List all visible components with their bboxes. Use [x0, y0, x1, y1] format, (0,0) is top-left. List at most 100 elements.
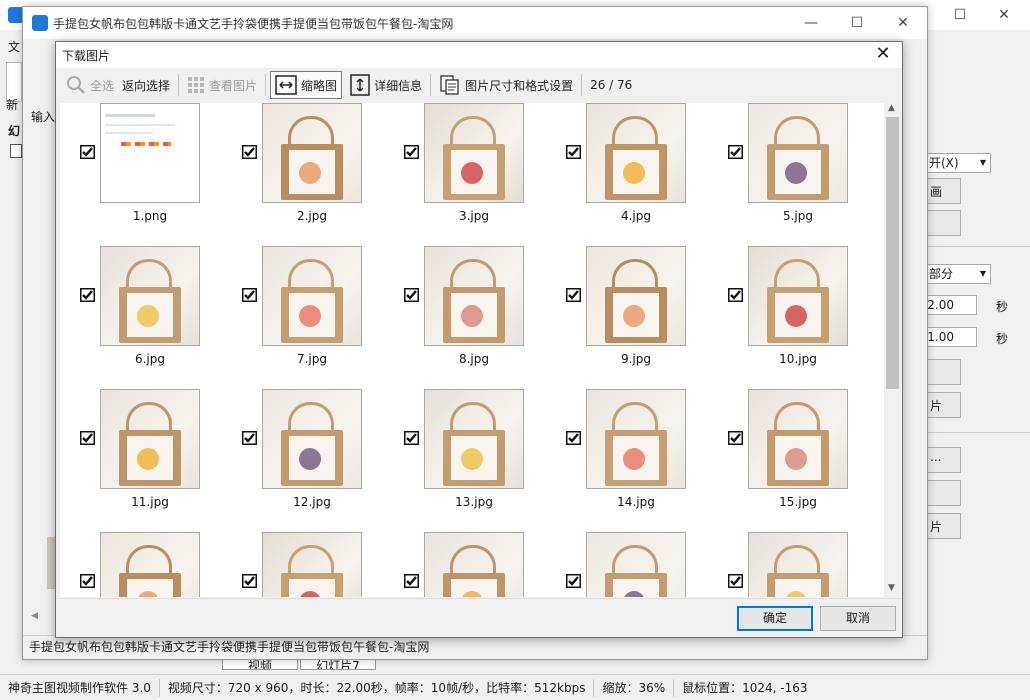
scroll-down-arrow-icon[interactable]: ▼ — [888, 583, 895, 593]
browser-close-button[interactable]: ✕ — [883, 8, 923, 38]
image-item[interactable]: 1.png — [60, 103, 222, 243]
image-item[interactable]: 14.jpg — [546, 389, 708, 529]
image-thumbnail[interactable] — [748, 532, 848, 597]
app-close-button[interactable]: ✕ — [984, 0, 1024, 30]
browser-maximize-button[interactable]: ☐ — [837, 8, 877, 38]
cancel-button[interactable]: 取消 — [820, 606, 896, 631]
image-checkbox[interactable] — [404, 288, 419, 302]
image-thumbnail[interactable] — [100, 389, 200, 489]
image-item[interactable]: 8.jpg — [384, 246, 546, 386]
image-thumbnail[interactable] — [748, 246, 848, 346]
checkmark-icon — [242, 574, 257, 588]
image-checkbox[interactable] — [728, 574, 743, 588]
right-button-a[interactable]: 画 — [925, 178, 961, 204]
unit-seconds-1: 秒 — [996, 300, 1009, 314]
image-thumbnail[interactable] — [748, 389, 848, 489]
image-thumbnail[interactable] — [586, 389, 686, 489]
image-checkbox[interactable] — [404, 431, 419, 445]
image-item[interactable]: 13.jpg — [384, 389, 546, 529]
scroll-up-arrow-icon[interactable]: ▲ — [888, 103, 895, 113]
image-thumbnail[interactable] — [100, 246, 200, 346]
thumbnail-view-button[interactable]: 缩略图 — [270, 71, 343, 99]
image-thumbnail[interactable] — [748, 103, 848, 203]
image-thumbnail[interactable] — [262, 103, 362, 203]
dialog-toolbar: 全选 返向选择 查看图片 缩略图 详细信息 图片尺寸和格式设置 26 / 76 — [56, 68, 902, 102]
checkmark-icon — [404, 145, 419, 159]
image-item[interactable]: 7.jpg — [222, 246, 384, 386]
image-checkbox[interactable] — [242, 288, 257, 302]
browser-left-scrollbar[interactable]: ◀ — [31, 611, 57, 625]
image-item[interactable] — [222, 532, 384, 597]
image-thumbnail[interactable] — [262, 246, 362, 346]
image-checkbox[interactable] — [728, 145, 743, 159]
right-select-2[interactable]: 部分 ▼ — [925, 264, 991, 284]
image-item[interactable]: 12.jpg — [222, 389, 384, 529]
image-thumbnail[interactable] — [586, 532, 686, 597]
right-button-f[interactable] — [925, 480, 961, 506]
right-button-e[interactable]: ... — [925, 447, 961, 473]
view-image-button[interactable]: 查看图片 — [183, 71, 261, 99]
scrollbar-thumb[interactable] — [886, 117, 899, 389]
right-button-g[interactable]: 片 — [925, 513, 961, 539]
image-thumbnail[interactable] — [586, 103, 686, 203]
checkmark-icon — [728, 574, 743, 588]
invert-selection-button[interactable]: 返向选择 — [118, 71, 174, 99]
image-thumbnail[interactable] — [424, 246, 524, 346]
image-item[interactable]: 4.jpg — [546, 103, 708, 243]
image-item[interactable] — [384, 532, 546, 597]
right-select-1[interactable]: 开(X) ▼ — [925, 153, 991, 173]
image-thumbnail[interactable] — [100, 532, 200, 597]
duration-input-1[interactable]: 2.00 — [925, 295, 977, 315]
browser-minimize-button[interactable]: — — [791, 8, 831, 38]
details-view-button[interactable]: 详细信息 — [346, 71, 426, 99]
image-checkbox[interactable] — [80, 145, 95, 159]
image-checkbox[interactable] — [728, 431, 743, 445]
image-item[interactable]: 5.jpg — [708, 103, 870, 243]
image-checkbox[interactable] — [728, 288, 743, 302]
right-button-b[interactable] — [925, 210, 961, 236]
app-maximize-button[interactable]: ☐ — [940, 0, 980, 30]
select-all-button[interactable]: 全选 — [62, 71, 118, 99]
image-thumbnail[interactable] — [424, 389, 524, 489]
image-item[interactable]: 10.jpg — [708, 246, 870, 386]
menu-file[interactable]: 文 — [8, 38, 20, 55]
image-item[interactable]: 11.jpg — [60, 389, 222, 529]
image-item[interactable]: 2.jpg — [222, 103, 384, 243]
right-button-c[interactable] — [925, 359, 961, 385]
image-checkbox[interactable] — [404, 145, 419, 159]
image-checkbox[interactable] — [242, 574, 257, 588]
image-thumbnail[interactable] — [586, 246, 686, 346]
image-counter: 26 / 76 — [590, 78, 633, 92]
image-checkbox[interactable] — [242, 431, 257, 445]
image-thumbnail[interactable] — [424, 103, 524, 203]
grid-vertical-scrollbar[interactable]: ▲ ▼ — [884, 103, 901, 597]
image-checkbox[interactable] — [566, 431, 581, 445]
unit-seconds-2: 秒 — [996, 332, 1009, 346]
image-checkbox[interactable] — [404, 574, 419, 588]
image-thumbnail[interactable] — [262, 532, 362, 597]
image-thumbnail[interactable] — [262, 389, 362, 489]
duration-input-2[interactable]: 1.00 — [925, 327, 977, 347]
image-checkbox[interactable] — [566, 288, 581, 302]
image-checkbox[interactable] — [566, 145, 581, 159]
checkmark-icon — [566, 288, 581, 302]
label-slides: 幻 — [8, 124, 21, 138]
image-checkbox[interactable] — [80, 288, 95, 302]
image-checkbox[interactable] — [80, 574, 95, 588]
image-item[interactable] — [708, 532, 870, 597]
image-thumbnail[interactable] — [100, 103, 200, 203]
size-format-settings-button[interactable]: 图片尺寸和格式设置 — [435, 71, 577, 99]
dialog-close-button[interactable]: ✕ — [872, 44, 894, 66]
image-item[interactable]: 6.jpg — [60, 246, 222, 386]
image-checkbox[interactable] — [566, 574, 581, 588]
image-thumbnail[interactable] — [424, 532, 524, 597]
ok-button[interactable]: 确定 — [737, 606, 813, 631]
image-item[interactable]: 3.jpg — [384, 103, 546, 243]
image-item[interactable]: 9.jpg — [546, 246, 708, 386]
image-checkbox[interactable] — [80, 431, 95, 445]
right-button-d[interactable]: 片 — [925, 392, 961, 418]
image-item[interactable] — [546, 532, 708, 597]
image-item[interactable]: 15.jpg — [708, 389, 870, 529]
image-item[interactable] — [60, 532, 222, 597]
image-checkbox[interactable] — [242, 145, 257, 159]
